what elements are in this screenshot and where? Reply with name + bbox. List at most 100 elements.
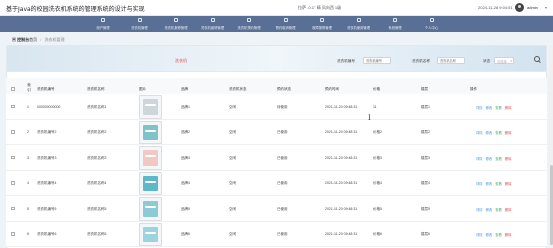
delete-button[interactable]: 删除: [505, 233, 512, 237]
row-checkbox[interactable]: [11, 155, 15, 160]
detail-button[interactable]: 详情: [476, 233, 483, 237]
row-time: 2021-11-20 09:48:31: [325, 232, 358, 237]
nav-item-label: 个人中心: [424, 26, 439, 30]
washer-image[interactable]: [139, 171, 162, 195]
nav-item-7[interactable]: 洗衣机使用管理: [341, 16, 377, 32]
row-index: 1: [27, 104, 29, 109]
menu-icon: [137, 18, 142, 22]
nav-item-2[interactable]: 洗衣机报修管理: [158, 16, 194, 32]
row-booking: 已使用: [277, 130, 288, 135]
row-brand: 品牌1: [181, 104, 190, 109]
row-number: 洗衣机编号3: [37, 155, 57, 160]
view-button[interactable]: 查看: [495, 208, 502, 212]
vertical-scrollbar[interactable]: [549, 45, 553, 248]
app-title: 基于Java的校园洗衣机系统的管理系统的设计与实现: [6, 6, 145, 13]
filter-number-input[interactable]: [363, 57, 391, 64]
detail-button[interactable]: 详情: [476, 157, 483, 161]
nav-item-5[interactable]: 预约取消管理: [268, 16, 304, 32]
delete-button[interactable]: 删除: [505, 131, 512, 135]
delete-button[interactable]: 删除: [505, 208, 512, 212]
header-number: 洗衣机编号: [37, 87, 55, 91]
detail-button[interactable]: 详情: [476, 208, 483, 212]
row-index: 4: [27, 181, 29, 186]
row-number: 洗衣机编号6: [37, 232, 57, 237]
washer-image[interactable]: [139, 146, 162, 170]
edit-button[interactable]: 修改: [486, 182, 493, 186]
menu-icon: [210, 18, 215, 22]
nav-item-label: 用户管理: [96, 26, 110, 30]
image-detail: [145, 206, 156, 208]
view-button[interactable]: 查看: [495, 106, 502, 110]
delete-button[interactable]: 删除: [505, 106, 512, 110]
nav-item-8[interactable]: 系统管理: [377, 16, 413, 32]
edit-button[interactable]: 修改: [486, 208, 493, 212]
washer-image[interactable]: [139, 222, 162, 246]
breadcrumb-home[interactable]: ▣ 控制台: [12, 37, 29, 42]
nav-item-label: 洗衣机管理: [131, 26, 148, 30]
filter-name-label: 洗衣机名称: [412, 59, 430, 63]
row-checkbox[interactable]: [11, 206, 15, 211]
row-floor: 楼层3: [421, 155, 430, 160]
delete-button[interactable]: 删除: [505, 182, 512, 186]
view-button[interactable]: 查看: [495, 157, 502, 161]
detail-button[interactable]: 详情: [476, 106, 483, 110]
nav-item-4[interactable]: 洗衣机预约管理: [231, 16, 267, 32]
row-name: 洗衣机名称5: [87, 206, 107, 211]
row-name: 洗衣机名称1: [87, 104, 107, 109]
nav-item-6[interactable]: 故障报修管理: [304, 16, 340, 32]
header-booking: 预约状态: [277, 87, 291, 91]
edit-button[interactable]: 修改: [486, 106, 493, 110]
nav-item-label: 故障报修管理: [312, 26, 332, 30]
edit-button[interactable]: 修改: [486, 233, 493, 237]
view-button[interactable]: 查看: [495, 182, 502, 186]
header-time: 预约时间: [325, 87, 339, 91]
delete-button[interactable]: 删除: [505, 157, 512, 161]
row-booking: 已使用: [277, 155, 288, 160]
detail-button[interactable]: 详情: [476, 182, 483, 186]
view-button[interactable]: 查看: [495, 131, 502, 135]
nav-item-1[interactable]: 洗衣机管理: [122, 16, 158, 32]
washer-image[interactable]: [139, 95, 162, 119]
breadcrumb: ▣ 控制台首页 / 洗衣机管理: [12, 37, 65, 43]
row-floor: 楼层2: [421, 130, 430, 135]
table-row: 4 洗衣机编号4 洗衣机名称4 品牌4 空闲 已使用 2021-11-20 09:48:31…: [6, 170, 547, 196]
select-all-checkbox[interactable]: [11, 87, 15, 91]
row-checkbox[interactable]: [11, 130, 15, 134]
menu-icon: [101, 18, 105, 22]
row-brand: 品牌5: [181, 206, 190, 211]
image-fill: [143, 201, 158, 217]
filter-status-value: 请选择: [497, 60, 507, 64]
detail-button[interactable]: 详情: [476, 131, 483, 135]
washer-image[interactable]: [139, 120, 162, 144]
nav-item-9[interactable]: 个人中心: [414, 16, 450, 32]
row-checkbox[interactable]: [11, 104, 15, 109]
image-fill: [143, 124, 158, 140]
header-image: 图片: [139, 87, 146, 91]
row-checkbox[interactable]: [11, 232, 15, 236]
washer-image[interactable]: [139, 197, 162, 221]
chevron-down-icon[interactable]: ▾: [545, 5, 547, 10]
filter-status-select[interactable]: 请选择 ▾: [494, 57, 514, 64]
edit-button[interactable]: 修改: [486, 157, 493, 161]
menu-icon: [393, 18, 397, 22]
filter-number-label: 洗衣机编号: [337, 59, 355, 63]
scrollbar-thumb[interactable]: [549, 165, 553, 245]
avatar[interactable]: [515, 3, 524, 12]
nav-item-0[interactable]: 用户管理: [85, 16, 121, 32]
row-number: 洗衣机编号2: [37, 130, 57, 135]
weather-info: 拉萨 -0.1° 晴 风向西 1级: [298, 5, 342, 10]
row-checkbox[interactable]: [11, 181, 15, 185]
nav-item-3[interactable]: 洗衣机维修管理: [195, 16, 231, 32]
row-price: 11: [373, 104, 377, 109]
breadcrumb-home-label[interactable]: 首页: [29, 37, 37, 42]
search-icon[interactable]: [534, 56, 541, 63]
filter-name-input[interactable]: [437, 57, 465, 64]
edit-button[interactable]: 修改: [486, 131, 493, 135]
table-row: 6 洗衣机编号6 洗衣机名称6 品牌6 空闲 已使用 2021-11-20 09:48:31…: [6, 221, 547, 247]
row-index: 6: [27, 232, 29, 237]
menu-icon: [283, 18, 288, 22]
view-button[interactable]: 查看: [495, 233, 502, 237]
top-bar: 基于Java的校园洗衣机系统的管理系统的设计与实现 拉萨 -0.1° 晴 风向西…: [0, 0, 553, 16]
username[interactable]: admin: [527, 5, 538, 10]
row-price: 价格6: [373, 232, 382, 237]
